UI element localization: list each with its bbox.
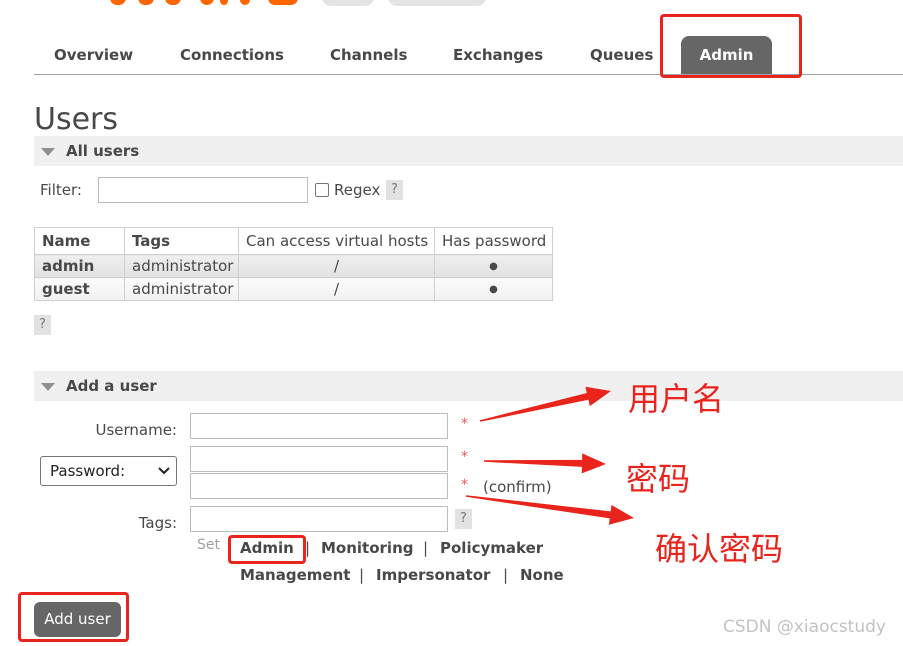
watermark: CSDN @xiaocstudy <box>723 617 886 637</box>
username-label: Username: <box>95 421 177 439</box>
username-input[interactable] <box>190 413 448 439</box>
triangle-down-icon <box>41 148 55 156</box>
column-header-has-password: Has password <box>434 227 553 255</box>
page-title: Users <box>34 102 119 137</box>
required-marker: * <box>461 449 468 465</box>
filter-help-icon[interactable]: ? <box>386 180 403 200</box>
tab-overview[interactable]: Overview <box>54 36 133 74</box>
confirm-label: (confirm) <box>483 478 552 496</box>
annotation-confirm-note: 确认密码 <box>655 530 784 568</box>
tab-connections[interactable]: Connections <box>180 36 284 74</box>
tag-option-policymaker[interactable]: Policymaker <box>440 539 543 557</box>
user-name-link[interactable]: guest <box>34 277 125 301</box>
user-tags-cell: administrator <box>124 277 239 301</box>
section-toggle-all-users[interactable]: All users <box>34 136 903 166</box>
has-password-indicator: ● <box>434 254 553 278</box>
triangle-down-icon <box>41 383 55 391</box>
password-mode-selected: Password: <box>50 462 126 480</box>
tag-separator: | <box>503 566 509 584</box>
table-help-icon[interactable]: ? <box>34 315 51 335</box>
tags-help-icon[interactable]: ? <box>455 509 472 529</box>
section-title-add-user: Add a user <box>66 377 157 395</box>
annotation-password-note: 密码 <box>626 460 691 498</box>
column-header-virtual-hosts: Can access virtual hosts <box>238 227 435 255</box>
tag-option-management[interactable]: Management <box>240 566 350 584</box>
regex-label[interactable]: Regex <box>334 181 380 199</box>
table-row[interactable]: admin administrator / ● <box>34 254 553 278</box>
column-header-name: Name <box>34 227 125 255</box>
users-table: Name Tags Can access virtual hosts Has p… <box>34 227 553 301</box>
tab-exchanges[interactable]: Exchanges <box>453 36 543 74</box>
logo <box>108 0 303 6</box>
erlang-version-badge <box>388 0 486 6</box>
tags-input[interactable] <box>190 506 448 532</box>
user-vhosts-cell: / <box>238 277 435 301</box>
filter-input[interactable] <box>98 177 308 203</box>
tag-option-impersonator[interactable]: Impersonator <box>376 566 490 584</box>
required-marker: * <box>461 477 468 493</box>
tag-separator: | <box>359 566 365 584</box>
regex-checkbox[interactable] <box>315 183 329 197</box>
annotation-arrow-password <box>484 453 606 474</box>
required-marker: * <box>461 416 468 432</box>
section-toggle-add-user[interactable]: Add a user <box>34 371 903 401</box>
version-badge <box>322 0 374 6</box>
tag-option-none[interactable]: None <box>520 566 564 584</box>
section-title-all-users: All users <box>66 142 140 160</box>
annotation-arrow-confirm <box>465 495 634 525</box>
user-tags-cell: administrator <box>124 254 239 278</box>
column-header-tags: Tags <box>124 227 239 255</box>
table-row[interactable]: guest administrator / ● <box>34 277 553 301</box>
annotation-box-add-user-button <box>18 592 129 642</box>
annotation-username-note: 用户名 <box>628 380 725 418</box>
tab-queues[interactable]: Queues <box>590 36 653 74</box>
password-confirm-input[interactable] <box>190 473 448 499</box>
user-name-link[interactable]: admin <box>34 254 125 278</box>
annotation-box-admin-tab <box>660 14 802 78</box>
has-password-indicator: ● <box>434 277 553 301</box>
user-vhosts-cell: / <box>238 254 435 278</box>
tab-channels[interactable]: Channels <box>330 36 407 74</box>
password-mode-select[interactable]: Password: <box>40 456 177 486</box>
filter-label: Filter: <box>40 181 82 199</box>
set-tags-label: Set <box>197 537 220 553</box>
password-input[interactable] <box>190 446 448 472</box>
tag-option-monitoring[interactable]: Monitoring <box>321 539 413 557</box>
chevron-down-icon <box>158 467 170 475</box>
tag-separator: | <box>423 539 429 557</box>
annotation-box-admin-tag <box>228 535 306 564</box>
table-header-row: Name Tags Can access virtual hosts Has p… <box>34 227 553 255</box>
tags-label: Tags: <box>138 514 177 532</box>
